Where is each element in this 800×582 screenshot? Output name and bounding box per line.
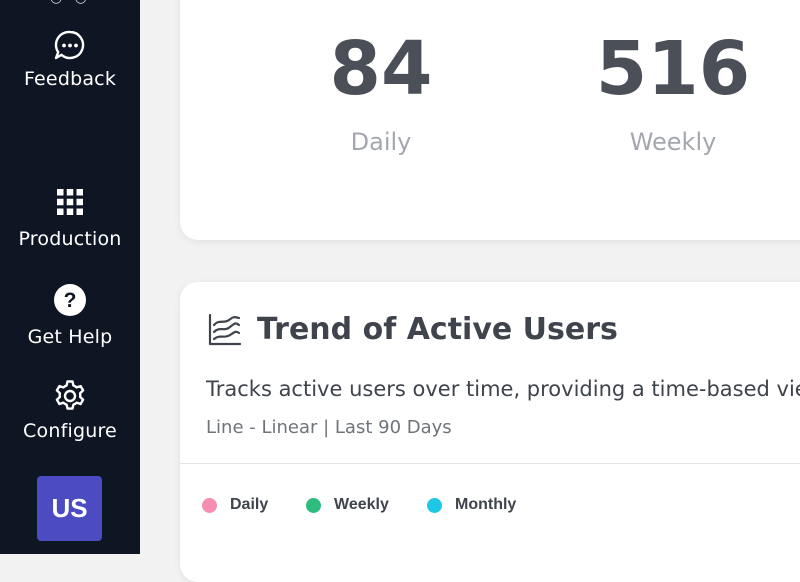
clipped-icon: ◡ ◡ — [50, 0, 91, 6]
grid-icon — [57, 189, 83, 215]
gear-icon — [55, 380, 85, 410]
active-users-stats-card: 84 Daily 516 Weekly — [180, 0, 800, 240]
sidebar-item-production[interactable]: Production — [0, 184, 140, 250]
sidebar-top-clipped: ◡ ◡ — [0, 0, 140, 6]
stat-daily: 84 Daily — [281, 32, 481, 156]
sidebar-item-label: Configure — [23, 420, 117, 442]
legend-label: Daily — [230, 496, 269, 513]
sidebar-item-get-help[interactable]: ? Get Help — [0, 282, 140, 348]
sidebar-item-label: Get Help — [27, 326, 113, 348]
divider — [180, 463, 800, 464]
legend-label: Monthly — [455, 496, 517, 513]
trend-card: Trend of Active Users Tracks active user… — [180, 282, 800, 582]
stat-weekly: 516 Weekly — [573, 32, 773, 156]
sidebar-item-label: Production — [18, 228, 122, 250]
legend-dot — [202, 498, 217, 513]
sidebar-item-configure[interactable]: Configure — [0, 378, 140, 442]
stat-value: 84 — [329, 26, 433, 112]
svg-text:?: ? — [64, 289, 77, 312]
stat-label: Daily — [350, 128, 412, 156]
sidebar-item-feedback[interactable]: Feedback — [0, 28, 140, 90]
chart-meta: Line - Linear | Last 90 Days — [206, 417, 452, 438]
stat-value: 516 — [595, 26, 751, 112]
sidebar: ◡ ◡ Feedback Production ? Get Help — [0, 0, 140, 554]
sidebar-item-label: Feedback — [23, 68, 117, 90]
line-chart-icon — [208, 313, 242, 346]
help-icon: ? — [54, 284, 86, 316]
legend-label: Weekly — [334, 496, 389, 513]
trend-title: Trend of Active Users — [257, 312, 618, 347]
trend-description: Tracks active users over time, providing… — [206, 377, 800, 401]
legend-dot — [427, 498, 442, 513]
legend-dot — [306, 498, 321, 513]
chat-bubble-icon — [54, 30, 85, 60]
stat-label: Weekly — [629, 128, 717, 156]
avatar[interactable]: US — [37, 476, 102, 541]
